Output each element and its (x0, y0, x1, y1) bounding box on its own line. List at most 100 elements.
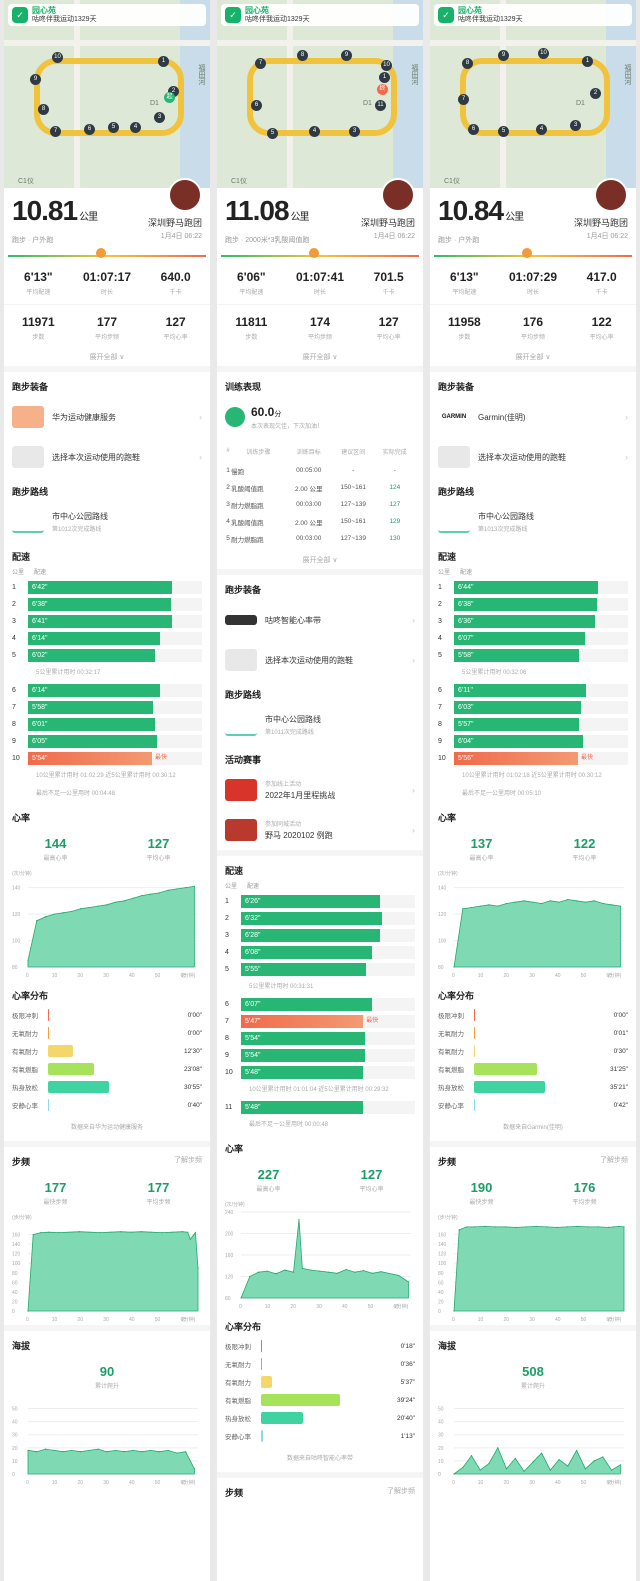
x-axis-label: (分钟) (182, 1479, 196, 1486)
zone-time: 0'42" (613, 1101, 628, 1109)
pace-row: 4 6'07" (438, 630, 628, 647)
chevron-right-icon: › (412, 825, 415, 835)
stat-label: 平均配速 (239, 290, 264, 296)
pace-row: 1 6'26" (225, 893, 415, 910)
route-map[interactable]: ✓ 园心苑 咕咚伴我运动1329天 福田河 D1 C1仪 8 9 10 1 7 6… (430, 0, 636, 188)
km-marker: 6 (468, 124, 479, 135)
series-area (240, 1219, 409, 1299)
learn-cadence-link[interactable]: 了解步频 (600, 1155, 628, 1168)
pace-bar: 6'01" (28, 718, 156, 731)
data-point (62, 912, 64, 914)
expand-all-button[interactable]: 展开全部 ∨ (4, 350, 210, 372)
event-item[interactable]: 参加同城活动 野马 2020102 例跑 › (217, 810, 423, 850)
zone-bar-track (474, 1099, 598, 1111)
chart-svg: 801001201400 10 20 30 40 50 60(分钟) (12, 885, 198, 979)
series-area (453, 1225, 625, 1312)
y-tick-label: 200 (225, 1232, 234, 1238)
data-point (567, 1465, 569, 1467)
expand-all-button[interactable]: 展开全部 ∨ (430, 350, 636, 372)
event-item[interactable]: 参加线上活动 2022年1月里程挑战 › (217, 770, 423, 810)
route-item[interactable]: 市中心公园路线 第1012次完成路线 (4, 502, 210, 542)
heart-rate-summary: 227 最高心率 127 平均心率 (217, 1159, 423, 1201)
run-date: 1月4日 06:22 (160, 233, 202, 240)
route-map[interactable]: ✓ 园心苑 咕咚伴我运动1329天 福田河 D1 C1仪 10 9 8 7 6 5… (4, 0, 210, 188)
gauge-icon (225, 406, 245, 427)
route-item[interactable]: 市中心公园路线 第1013次完成路线 (430, 502, 636, 542)
data-point (78, 1231, 81, 1233)
y-tick-label: 140 (12, 886, 21, 892)
equipment-item[interactable]: 咕咚智能心率带 › (217, 600, 423, 640)
stat-label: 千卡 (382, 290, 395, 296)
km-marker: 9 (498, 50, 509, 61)
start-marker: 起 (164, 92, 175, 103)
altitude-chart: 0 10 20 30 40 50 0 10 20 30 40 50 60 (分钟) (436, 1398, 630, 1488)
speed-gradient (221, 248, 419, 260)
km-marker: 7 (50, 126, 61, 137)
pace-bar-track: 6'03" (454, 701, 628, 714)
x-tick-label: 50 (368, 1304, 374, 1310)
expand-all-button[interactable]: 展开全部 ∨ (217, 350, 423, 372)
data-point (532, 1461, 534, 1463)
route-map[interactable]: ✓ 园心苑 咕咚伴我运动1329天 福田河 D1 C1仪 7 8 9 10 6 5… (217, 0, 423, 188)
stat-label: 最快步频 (43, 1200, 68, 1206)
km-number: 4 (225, 949, 229, 956)
pace-bar-track: 6'07" (454, 632, 628, 645)
section-title-route: 跑步路线 (225, 690, 262, 700)
avg-cadence: 176 (573, 1180, 596, 1195)
route-name: 市中心公园路线 (265, 715, 321, 724)
column-run-1: ✓ 园心苑 咕咚伴我运动1329天 福田河 D1 C1仪 10 9 8 7 6 5… (4, 0, 210, 1581)
route-item[interactable]: 市中心公园路线 第1011次完成路线 (217, 705, 423, 745)
section-title-equipment: 跑步装备 (225, 585, 262, 595)
hr-zone-row: 热身放松 35'21" (430, 1078, 636, 1096)
col-header: 配速 (247, 884, 260, 890)
pace-bar-track: 6'26" (241, 895, 415, 908)
x-tick-label: 30 (529, 973, 535, 979)
garmin-logo-icon: GARMIN (441, 414, 467, 420)
heart-rate-chart: 80 120 160 200 240 0 10 20 30 40 50 60 (分钟) (223, 1208, 417, 1312)
equipment-item[interactable]: 选择本次运动使用的跑鞋 › (217, 640, 423, 680)
equipment-item[interactable]: 华为运动健康服务 › (4, 397, 210, 437)
equipment-item[interactable]: 选择本次运动使用的跑鞋 › (430, 437, 636, 477)
chart-svg: 801001201400 10 20 30 40 50 60(分钟) (438, 886, 624, 979)
pace-bar-track: 6'11" (454, 684, 628, 697)
learn-cadence-link[interactable]: 了解步频 (387, 1486, 415, 1499)
data-point (556, 1226, 558, 1228)
data-point (549, 900, 551, 902)
club-info[interactable]: 深圳野马跑团 1月4日 06:22 (148, 216, 202, 241)
zone-name: 有氧耐力 (438, 1049, 464, 1056)
data-point (185, 1451, 187, 1453)
learn-cadence-link[interactable]: 了解步频 (174, 1155, 202, 1168)
data-point (618, 1225, 620, 1228)
data-point (185, 887, 187, 889)
road (217, 40, 423, 46)
pace-row: 8 6'01" (12, 716, 202, 733)
x-axis-label: (分钟) (608, 1479, 622, 1486)
club-info[interactable]: 深圳野马跑团 1月4日 06:22 (574, 216, 628, 241)
data-point (310, 1269, 312, 1271)
stat-label: 平均心率 (146, 856, 171, 862)
pace-bar-track: 6'44" (454, 581, 628, 594)
score-unit: 分 (274, 411, 282, 418)
y-tick-label: 30 (12, 1433, 18, 1439)
hr-zone-row: 极限冲刺 0'00" (4, 1006, 210, 1024)
expand-all-button[interactable]: 展开全部 ∨ (217, 553, 423, 575)
pace-bar: 6'14" (28, 684, 161, 697)
data-point (504, 1226, 507, 1228)
data-point (567, 898, 569, 901)
zone-bar (474, 1009, 475, 1021)
x-tick-label: 20 (291, 1304, 297, 1310)
pace-bar: 6'14" (28, 632, 161, 645)
club-info[interactable]: 深圳野马跑团 1月4日 06:22 (361, 216, 415, 241)
data-point (193, 885, 195, 887)
data-point (546, 1226, 548, 1228)
equipment-item[interactable]: 选择本次运动使用的跑鞋 › (4, 437, 210, 477)
data-point (68, 1231, 70, 1233)
stat-label: 平均步频 (146, 1200, 171, 1206)
pace-row: 5 6'02" (12, 647, 202, 664)
zone-bar (48, 1009, 49, 1021)
distance-unit: 公里 (505, 212, 524, 223)
route-thumbnail-icon (225, 714, 257, 736)
equipment-item[interactable]: GARMIN Garmin(佳明) › (430, 397, 636, 437)
stats-row-2: 11971 步数 177 平均步频 127 平均心率 (4, 304, 210, 350)
zone-name: 无氧耐力 (438, 1031, 464, 1038)
